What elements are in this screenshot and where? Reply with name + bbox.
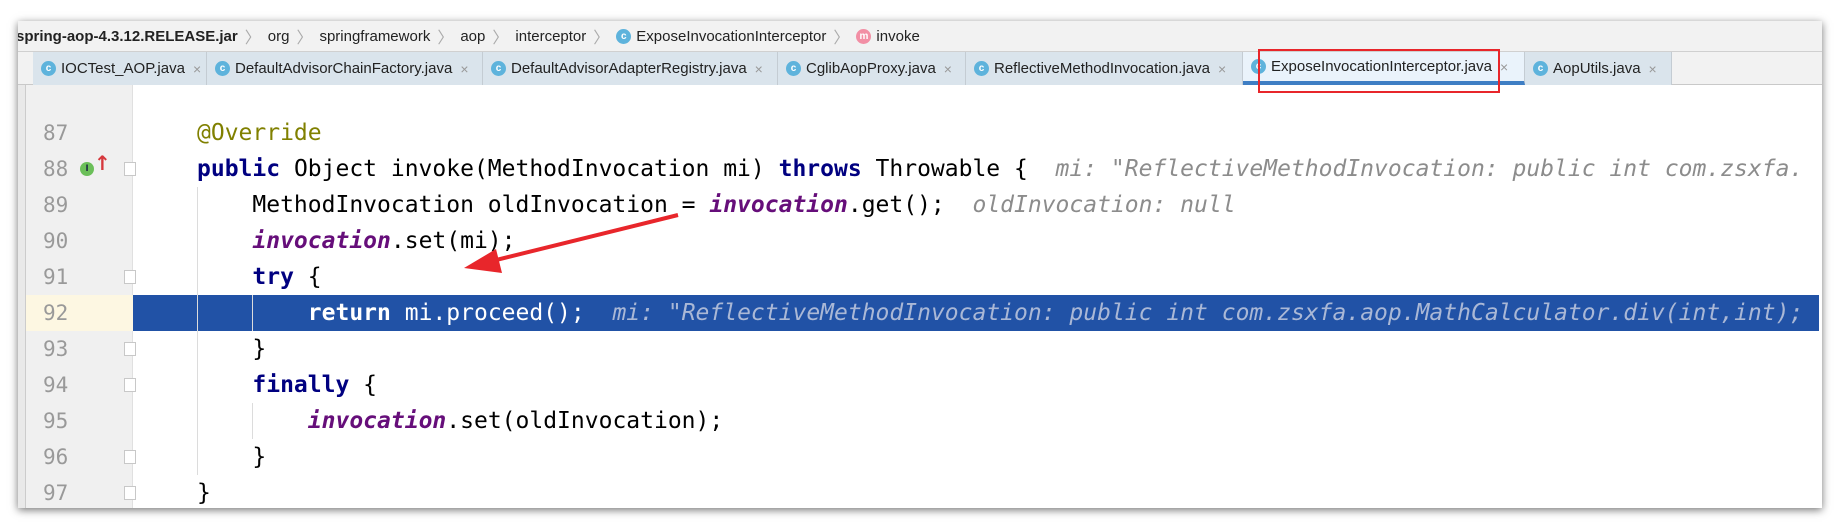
ide-editor-window: spring-aop-4.3.12.RELEASE.jar 〉 org 〉 spring… xyxy=(18,21,1822,508)
annotation-arrow xyxy=(464,213,679,273)
